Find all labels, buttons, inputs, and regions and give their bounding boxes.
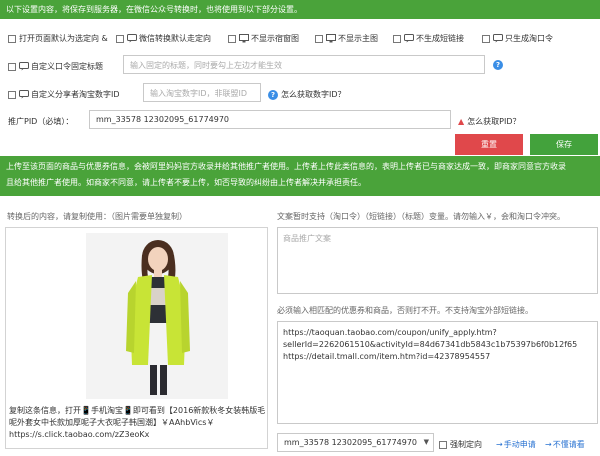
share-caption-url: https://s.click.taobao.com/zZ3eoKx — [9, 430, 150, 439]
pid-input[interactable]: mm_33578 12302095_61774970 — [89, 110, 451, 129]
manual-apply-text: 手动申请 — [503, 440, 536, 449]
how-get-id-text: 怎么获取数字ID？ — [281, 90, 346, 99]
checkbox[interactable] — [8, 90, 16, 99]
option-label: 不生成短链接 — [416, 34, 464, 43]
help-read-link[interactable]: → 不懂请看 — [545, 439, 585, 450]
force-direct-label: 强制定向 — [450, 440, 482, 449]
option-default-direct[interactable]: 打开页面默认为选定向 & — [8, 33, 108, 44]
converted-content-label: 转换后的内容，请复制使用：（图片需要单独复制） — [7, 212, 187, 221]
reset-button[interactable]: 重置 — [455, 134, 523, 155]
option-hide-main-image[interactable]: 不显示主图 — [315, 33, 378, 44]
pid-label: 推广PID（必填）： — [8, 117, 74, 126]
checkbox[interactable] — [439, 440, 447, 449]
checkbox[interactable] — [482, 34, 490, 43]
option-only-taokouling[interactable]: 只生成淘口令 — [482, 33, 553, 44]
monitor-icon — [239, 34, 249, 43]
option-label: 不显示宿窗图 — [251, 34, 299, 43]
option-label: 只生成淘口令 — [505, 34, 553, 43]
checkbox[interactable] — [8, 62, 16, 71]
help-read-text: 不懂请看 — [552, 440, 585, 449]
notice-line-2: 且给其他推广者使用。如商家不同意，请上传者不要上传，如否导致的纠纷由上传者解决并… — [6, 178, 366, 187]
product-image — [86, 233, 228, 399]
notice-line-1: 上传至该页面的商品与优惠券信息，会被阿里妈妈官方收录并给其他推广者使用。上传者上… — [6, 162, 566, 171]
chat-icon — [127, 34, 137, 43]
how-get-id-link[interactable]: ? 怎么获取数字ID？ — [268, 89, 346, 100]
pid-select-value: mm_33578 12302095_61774970 — [284, 438, 418, 447]
chat-icon — [493, 34, 503, 43]
url-textarea[interactable]: https://taoquan.taobao.com/coupon/unify_… — [277, 321, 598, 424]
chat-icon — [404, 34, 414, 43]
chat-icon — [19, 62, 29, 71]
option-wechat-direct[interactable]: 微信转换默认走定向 — [116, 33, 211, 44]
option-label: 打开页面默认为选定向 & — [19, 34, 108, 43]
arrow-icon: → — [496, 440, 503, 449]
help-icon[interactable]: ? — [493, 60, 503, 70]
share-caption-text: 复制这条信息，打开📱手机淘宝📱即可看到【2016新款秋冬女装韩版毛呢外套女中长款… — [9, 406, 266, 427]
taobao-id-input[interactable]: 输入淘宝数字ID，非联盟ID — [143, 83, 261, 102]
copy-textarea[interactable]: 商品推广文案 — [277, 227, 598, 294]
option-label: 微信转换默认走定向 — [139, 34, 211, 43]
upload-notice: 上传至该页面的商品与优惠券信息，会被阿里妈妈官方收录并给其他推广者使用。上传者上… — [0, 156, 600, 196]
option-custom-title[interactable]: 自定义口令固定标题 — [8, 61, 103, 72]
option-label: 自定义分享者淘宝数字ID — [31, 90, 120, 99]
copy-textarea-placeholder: 商品推广文案 — [283, 234, 331, 243]
arrow-icon: → — [545, 440, 552, 449]
url-line-2: sellerId=2262061510&activityId=84d67341d… — [283, 340, 578, 349]
option-custom-share-id[interactable]: 自定义分享者淘宝数字ID — [8, 89, 120, 100]
monitor-icon — [326, 34, 336, 43]
chevron-down-icon: ▼ — [423, 438, 429, 446]
how-get-pid-link[interactable]: ▲ 怎么获取PID？ — [458, 116, 521, 127]
save-button[interactable]: 保存 — [530, 134, 598, 155]
settings-panel: 打开页面默认为选定向 & 微信转换默认走定向 不显示宿窗图 不显示主图 不生成短… — [0, 19, 600, 156]
option-label: 不显示主图 — [338, 34, 378, 43]
warning-icon: ▲ — [458, 117, 465, 126]
checkbox[interactable] — [8, 34, 16, 43]
url-line-3: https://detail.tmall.com/item.htm?id=423… — [283, 352, 491, 361]
share-caption: 复制这条信息，打开📱手机淘宝📱即可看到【2016新款秋冬女装韩版毛呢外套女中长款… — [9, 405, 267, 441]
checkbox[interactable] — [315, 34, 323, 43]
converted-content-box[interactable]: 复制这条信息，打开📱手机淘宝📱即可看到【2016新款秋冬女装韩版毛呢外套女中长款… — [5, 227, 268, 449]
manual-apply-link[interactable]: → 手动申请 — [496, 439, 536, 450]
checkbox[interactable] — [228, 34, 236, 43]
match-label: 必须输入相匹配的优惠券和商品，否则打不开。不支持淘宝外部短链接。 — [277, 306, 533, 315]
force-direct-option[interactable]: 强制定向 — [439, 439, 482, 450]
custom-title-input[interactable]: 输入固定的标题，同时要勾上左边才能生效 — [123, 55, 485, 74]
option-label: 自定义口令固定标题 — [31, 62, 103, 71]
how-get-pid-text: 怎么获取PID？ — [467, 117, 521, 126]
chat-icon — [19, 90, 29, 99]
help-icon: ? — [268, 89, 278, 100]
settings-notice-bar: 以下设置内容，将保存到服务器，在微信公众号转换时，也将使用到以下部分设置。 — [0, 0, 600, 19]
copy-text-label: 文案暂时支持（淘口令）（短链接）（标题）变量。请勿输入￥，会和淘口令冲突。 — [277, 212, 565, 221]
option-no-short-link[interactable]: 不生成短链接 — [393, 33, 464, 44]
url-line-1: https://taoquan.taobao.com/coupon/unify_… — [283, 328, 497, 337]
checkbox[interactable] — [393, 34, 401, 43]
option-hide-window-image[interactable]: 不显示宿窗图 — [228, 33, 299, 44]
pid-select[interactable]: mm_33578 12302095_61774970 ▼ — [277, 433, 434, 452]
checkbox[interactable] — [116, 34, 124, 43]
